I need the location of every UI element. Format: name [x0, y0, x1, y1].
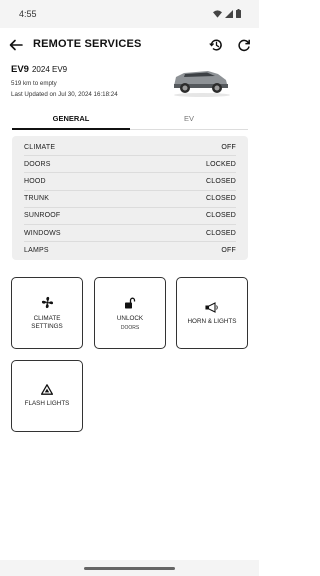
status-label: LAMPS: [24, 247, 49, 255]
battery-icon: [236, 9, 241, 18]
tab-general[interactable]: GENERAL: [12, 110, 130, 130]
hazard-icon: [41, 384, 53, 395]
vehicle-name: EV9 2024 EV9: [11, 64, 118, 75]
status-row-lamps: LAMPS OFF: [24, 242, 236, 259]
status-row-hood: HOOD CLOSED: [24, 173, 236, 191]
home-gesture-handle[interactable]: [84, 567, 175, 570]
status-row-climate: CLIMATE OFF: [24, 139, 236, 157]
signal-icon: [225, 9, 233, 18]
status-label: HOOD: [24, 177, 46, 185]
unlock-icon: [125, 297, 136, 309]
active-tab-indicator: [12, 128, 130, 130]
tab-divider: [130, 129, 248, 130]
vehicle-info: EV9 2024 EV9 519 km to empty Last Updated…: [11, 64, 118, 98]
horn-lights-label: HORN & LIGHTS: [187, 318, 237, 325]
unlock-sublabel: DOORS: [120, 325, 140, 331]
vehicle-range: 519 km to empty: [11, 80, 57, 87]
unlock-label: UNLOCK: [116, 315, 144, 322]
status-row-trunk: TRUNK CLOSED: [24, 191, 236, 208]
vehicle-image: [174, 71, 230, 97]
history-icon[interactable]: [209, 38, 223, 52]
status-row-sunroof: SUNROOF CLOSED: [24, 208, 236, 225]
status-value: CLOSED: [206, 229, 236, 237]
status-label: TRUNK: [24, 195, 50, 203]
system-navigation-bar: [0, 560, 259, 576]
vehicle-model: EV9: [11, 64, 29, 75]
flash-lights-button[interactable]: FLASH LIGHTS: [11, 360, 83, 432]
app-bar: REMOTE SERVICES: [0, 30, 259, 60]
status-row-doors: DOORS LOCKED: [24, 156, 236, 174]
status-label: WINDOWS: [24, 229, 61, 237]
status-time: 4:55: [19, 9, 37, 19]
status-label: SUNROOF: [24, 212, 61, 220]
fan-icon: [41, 296, 53, 309]
refresh-icon[interactable]: [237, 38, 251, 52]
tab-bar: GENERAL EV: [12, 110, 248, 132]
climate-settings-button[interactable]: CLIMATE SETTINGS: [11, 277, 83, 349]
tab-ev[interactable]: EV: [130, 110, 248, 130]
status-row-windows: WINDOWS CLOSED: [24, 225, 236, 243]
vehicle-model-full: 2024 EV9: [31, 65, 68, 74]
vehicle-status-card: CLIMATE OFF DOORS LOCKED HOOD CLOSED TRU…: [12, 136, 248, 260]
status-value: OFF: [221, 143, 236, 151]
last-updated: Last Updated on Jul 30, 2024 16:18:24: [11, 91, 118, 98]
unlock-doors-button[interactable]: UNLOCK DOORS: [94, 277, 166, 349]
status-value: LOCKED: [206, 160, 236, 168]
flash-lights-label: FLASH LIGHTS: [24, 400, 70, 407]
wifi-icon: [213, 9, 222, 18]
status-value: CLOSED: [206, 177, 236, 185]
status-bar: 4:55: [0, 0, 259, 28]
status-label: DOORS: [24, 160, 51, 168]
horn-lights-button[interactable]: HORN & LIGHTS: [176, 277, 248, 349]
status-value: CLOSED: [206, 212, 236, 220]
system-icons: [213, 9, 241, 18]
climate-label-line1: CLIMATE: [33, 315, 61, 322]
status-label: CLIMATE: [24, 143, 56, 151]
back-arrow-icon[interactable]: [9, 38, 23, 52]
horn-icon: [205, 302, 218, 313]
page-title: REMOTE SERVICES: [33, 38, 142, 50]
climate-label-line2: SETTINGS: [31, 323, 63, 330]
status-value: OFF: [221, 247, 236, 255]
status-value: CLOSED: [206, 195, 236, 203]
